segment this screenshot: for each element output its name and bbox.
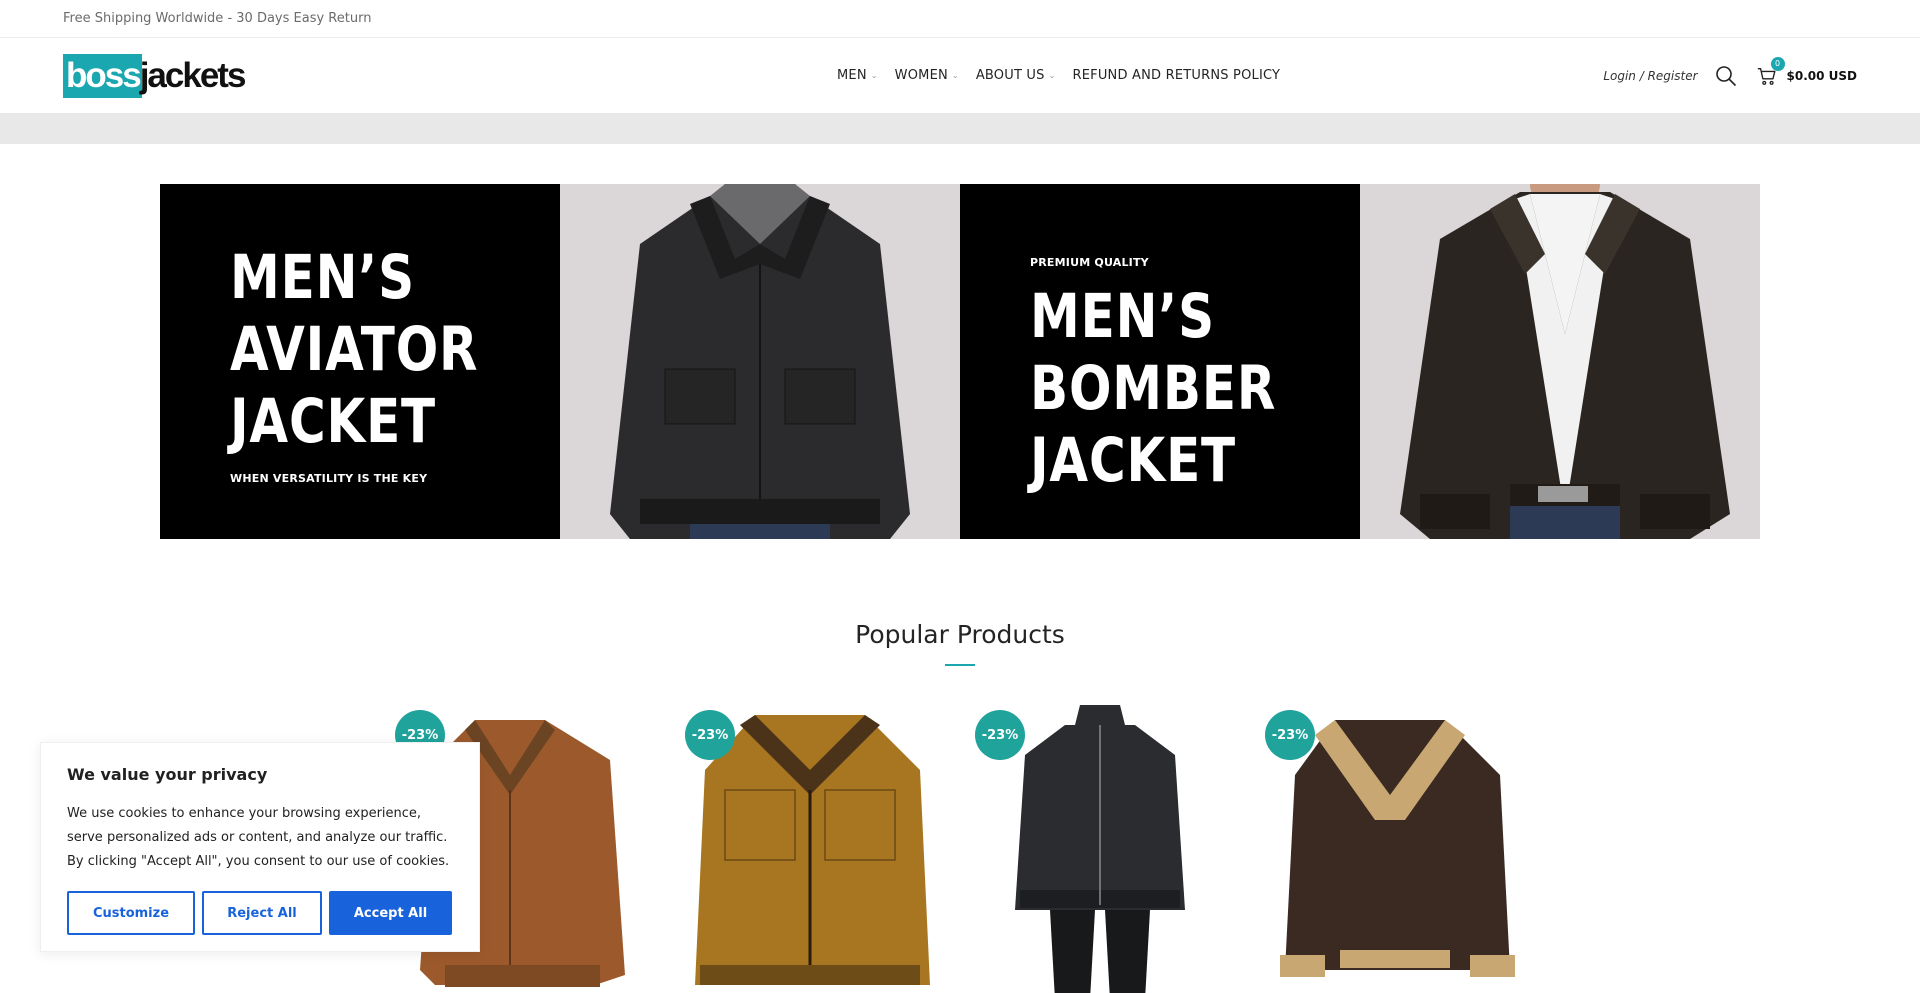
- section-title-popular-products: Popular Products: [855, 620, 1065, 649]
- announcement-text: Free Shipping Worldwide - 30 Days Easy R…: [63, 11, 372, 26]
- discount-badge: -23%: [975, 710, 1025, 760]
- login-register-link[interactable]: Login / Register: [1603, 69, 1697, 83]
- discount-badge: -23%: [685, 710, 735, 760]
- bomber-jacket-image: [1360, 184, 1760, 539]
- nav-item-about-us[interactable]: ABOUT US ⌄: [976, 68, 1056, 83]
- site-header: boss jackets MEN ⌄ WOMEN ⌄ ABOUT US ⌄ RE…: [0, 38, 1920, 113]
- nav-label: MEN: [837, 68, 867, 83]
- nav-item-women[interactable]: WOMEN ⌄: [895, 68, 959, 83]
- logo-jackets-text: jackets: [139, 55, 247, 95]
- cart-button[interactable]: 0 $0.00 USD: [1756, 56, 1857, 87]
- section-title-underline: [945, 664, 975, 666]
- banner-bomber-image: [1360, 184, 1760, 539]
- search-icon[interactable]: [1714, 64, 1738, 88]
- chevron-down-icon: ⌄: [1048, 71, 1056, 80]
- cart-total: $0.00 USD: [1786, 68, 1857, 83]
- discount-badge: -23%: [1265, 710, 1315, 760]
- chevron-down-icon: ⌄: [951, 71, 959, 80]
- banner-bomber-text-panel: PREMIUM QUALITY MEN’S BOMBER JACKET: [960, 184, 1360, 539]
- nav-item-men[interactable]: MEN ⌄: [837, 68, 878, 83]
- product-card[interactable]: -23%: [1265, 700, 1525, 993]
- header-actions: Login / Register 0 $0.00 USD: [1603, 38, 1857, 113]
- cookie-consent-banner: We value your privacy We use cookies to …: [40, 742, 480, 952]
- reject-all-button[interactable]: Reject All: [202, 891, 322, 935]
- cart-count-badge: 0: [1770, 56, 1785, 71]
- banner-aviator-image: [560, 184, 960, 539]
- cookie-button-row: Customize Reject All Accept All: [67, 891, 453, 935]
- header-divider-band: [0, 113, 1920, 144]
- nav-label: WOMEN: [894, 68, 948, 83]
- chevron-down-icon: ⌄: [870, 71, 878, 80]
- nav-label: REFUND AND RETURNS POLICY: [1072, 68, 1281, 83]
- customize-button[interactable]: Customize: [67, 891, 195, 935]
- accept-all-button[interactable]: Accept All: [329, 891, 452, 935]
- aviator-jacket-image: [560, 184, 960, 539]
- banner-aviator-subtitle: WHEN VERSATILITY IS THE KEY: [230, 472, 428, 485]
- logo-boss-text: boss: [63, 53, 142, 98]
- banner-aviator-text-panel: MEN’S AVIATOR JACKET WHEN VERSATILITY IS…: [160, 184, 560, 539]
- product-card[interactable]: -23%: [685, 700, 945, 993]
- banner-bomber-title: MEN’S BOMBER JACKET: [1030, 281, 1277, 496]
- cookie-title: We value your privacy: [67, 765, 268, 784]
- product-card[interactable]: -23%: [975, 700, 1235, 993]
- top-announcement-bar: Free Shipping Worldwide - 30 Days Easy R…: [0, 0, 1920, 38]
- hero-banner[interactable]: MEN’S AVIATOR JACKET WHEN VERSATILITY IS…: [160, 184, 1760, 539]
- cookie-body-text: We use cookies to enhance your browsing …: [67, 806, 450, 869]
- main-navigation: MEN ⌄ WOMEN ⌄ ABOUT US ⌄ REFUND AND RETU…: [837, 38, 1280, 113]
- nav-label: ABOUT US: [975, 68, 1045, 83]
- banner-bomber-kicker: PREMIUM QUALITY: [1030, 256, 1149, 269]
- banner-aviator-title: MEN’S AVIATOR JACKET: [230, 242, 479, 457]
- nav-item-refund-policy[interactable]: REFUND AND RETURNS POLICY: [1073, 68, 1281, 83]
- site-logo[interactable]: boss jackets: [63, 53, 247, 98]
